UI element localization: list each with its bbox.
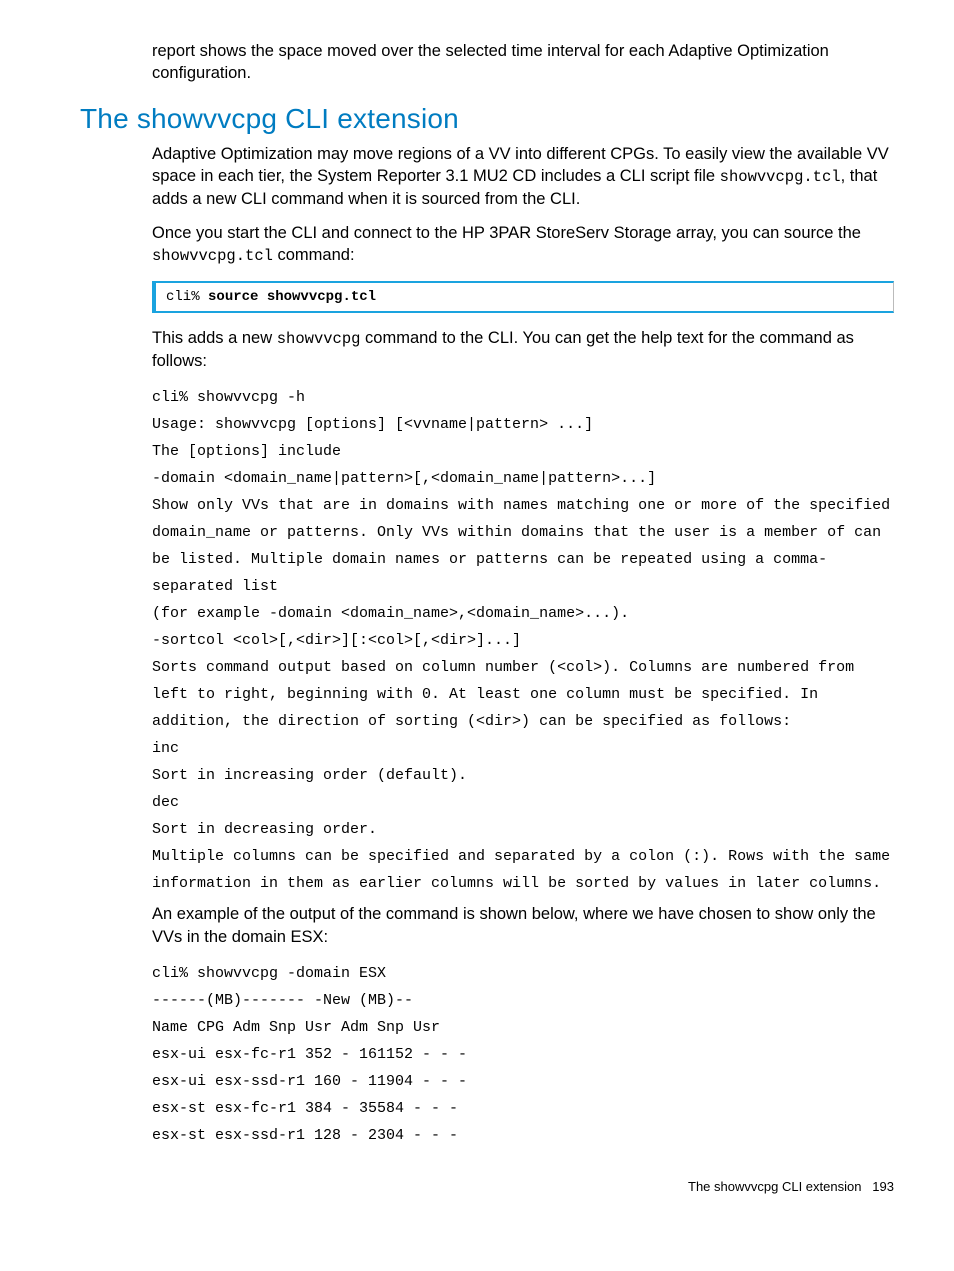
intro-paragraph: report shows the space moved over the se… — [60, 40, 894, 85]
help-output-block: cli% showvvcpg -h Usage: showvvcpg [opti… — [60, 384, 894, 897]
para2-code: showvvcpg.tcl — [152, 247, 273, 265]
para2-text-after: command: — [273, 246, 355, 264]
paragraph-4: An example of the output of the command … — [60, 903, 894, 948]
code-box: cli% source showvvcpg.tcl — [152, 281, 894, 313]
footer-page-number: 193 — [872, 1179, 894, 1194]
para1-code: showvvcpg.tcl — [720, 168, 841, 186]
code-prompt: cli% — [166, 289, 208, 305]
footer-title: The showvvcpg CLI extension — [688, 1179, 861, 1194]
para2-text-before: Once you start the CLI and connect to th… — [152, 224, 861, 242]
para3-text-before: This adds a new — [152, 329, 277, 347]
para3-code: showvvcpg — [277, 330, 361, 348]
section-heading: The showvvcpg CLI extension — [60, 103, 894, 135]
example-output-block: cli% showvvcpg -domain ESX ------(MB)---… — [60, 960, 894, 1149]
paragraph-3: This adds a new showvvcpg command to the… — [60, 327, 894, 372]
page-footer: The showvvcpg CLI extension 193 — [60, 1179, 894, 1194]
code-command: source showvvcpg.tcl — [208, 289, 376, 305]
paragraph-2: Once you start the CLI and connect to th… — [60, 222, 894, 267]
paragraph-1: Adaptive Optimization may move regions o… — [60, 143, 894, 210]
